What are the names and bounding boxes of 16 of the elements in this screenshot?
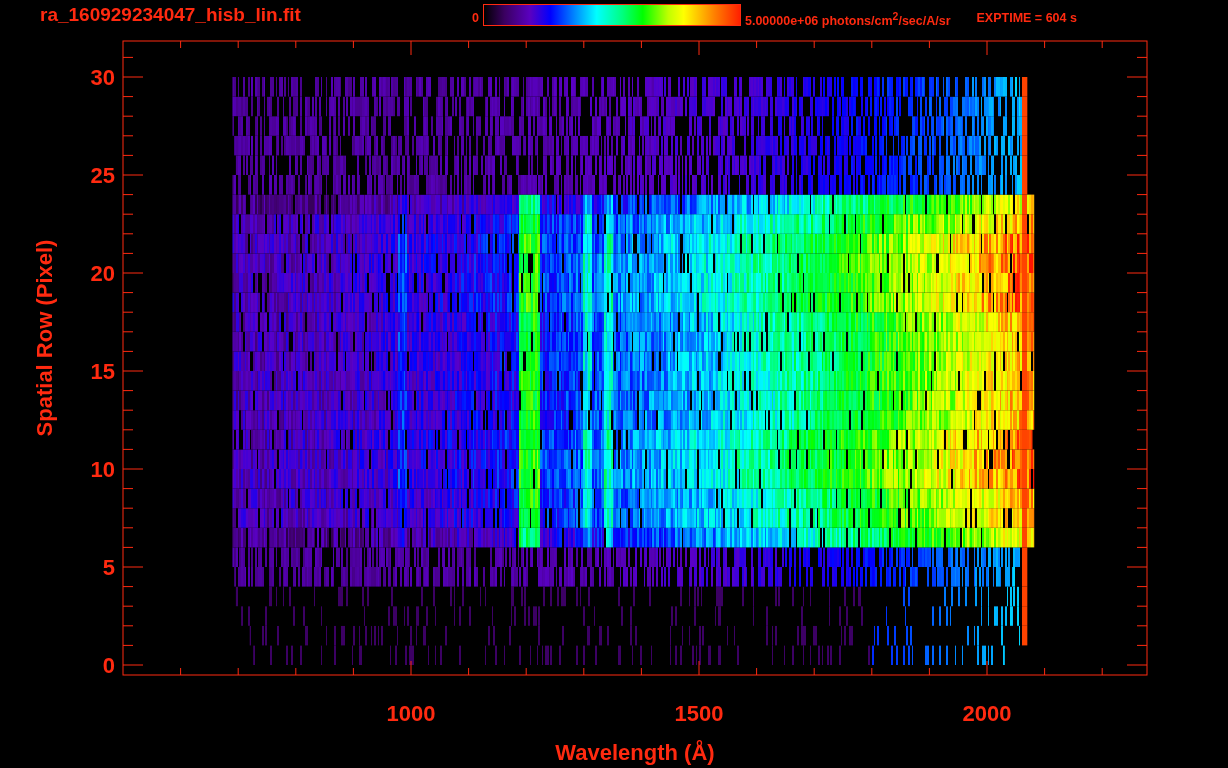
y-tick-label: 30: [90, 65, 115, 90]
exposure-label: EXPTIME = 604 s: [976, 11, 1077, 25]
x-tick-label: 1500: [674, 701, 724, 726]
y-axis-title: Spatial Row (Pixel): [32, 239, 57, 437]
y-tick-label: 0: [102, 653, 115, 678]
x-tick-label: 1000: [386, 701, 436, 726]
x-axis-title: Wavelength (Å): [555, 740, 715, 765]
x-tick-label: 2000: [962, 701, 1012, 726]
y-tick-label: 5: [102, 555, 115, 580]
colorbar-max-label: 5.00000e+06 photons/cm$^{2}$/sec/A/sr: [744, 11, 951, 29]
file-title: ra_160929234047_hisb_lin.fit: [40, 4, 302, 26]
y-tick-label: 10: [90, 457, 115, 482]
y-tick-label: 25: [90, 163, 115, 188]
y-tick-label: 15: [90, 359, 115, 384]
y-tick-label: 20: [90, 261, 115, 286]
colorbar-min-label: 0: [472, 11, 479, 25]
